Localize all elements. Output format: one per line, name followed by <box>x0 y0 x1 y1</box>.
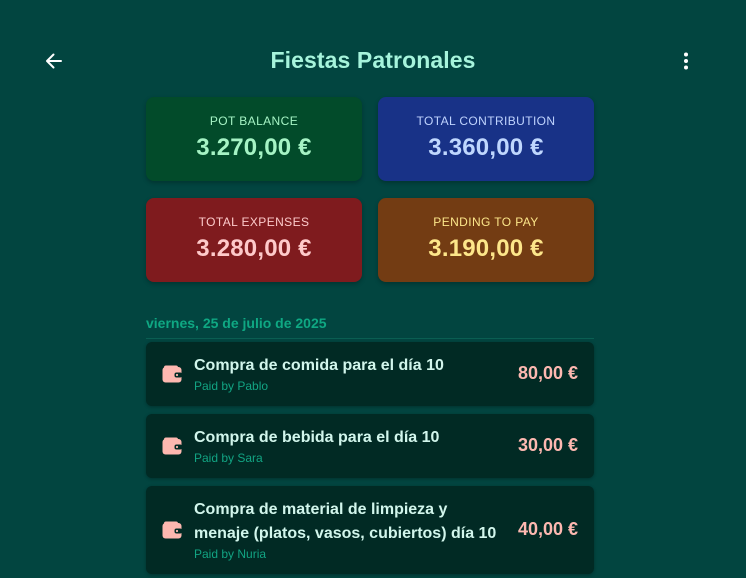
expense-item[interactable]: Compra de comida para el día 10 Paid by … <box>146 342 594 406</box>
pot-balance-card: POT BALANCE 3.270,00 € <box>146 97 362 181</box>
expense-amount: 30,00 € <box>517 435 578 455</box>
expense-item[interactable]: Compra de bebida para el día 10 Paid by … <box>146 414 594 478</box>
more-options-button[interactable] <box>670 45 702 77</box>
total-contribution-card: TOTAL CONTRIBUTION 3.360,00 € <box>378 97 594 181</box>
date-group-header: viernes, 25 de julio de 2025 <box>146 315 594 339</box>
wallet-icon <box>162 365 182 383</box>
expense-description: Compra de material de limpieza y menaje … <box>194 501 497 542</box>
expense-amount: 40,00 € <box>517 519 578 539</box>
pot-balance-value: 3.270,00 € <box>196 134 312 161</box>
expense-description: Compra de bebida para el día 10 <box>194 429 440 446</box>
expense-payer: Paid by Sara <box>194 451 263 465</box>
total-contribution-label: TOTAL CONTRIBUTION <box>416 114 556 128</box>
expense-payer: Paid by Nuria <box>194 547 267 561</box>
wallet-icon <box>162 437 182 455</box>
pot-balance-label: POT BALANCE <box>209 114 299 128</box>
expense-amount: 80,00 € <box>517 363 578 383</box>
pending-to-pay-value: 3.190,00 € <box>428 235 544 262</box>
top-app-bar: Fiestas Patronales <box>0 0 746 100</box>
expense-description: Compra de comida para el día 10 <box>194 357 444 374</box>
expense-payer: Paid by Pablo <box>194 379 269 393</box>
page-title: Fiestas Patronales <box>270 47 476 73</box>
app-screen: Fiestas Patronales POT BALANCE 3.270,00 … <box>0 0 746 578</box>
summary-cards: POT BALANCE 3.270,00 € TOTAL CONTRIBUTIO… <box>146 97 594 282</box>
pending-to-pay-label: PENDING TO PAY <box>433 215 539 229</box>
pending-to-pay-card: PENDING TO PAY 3.190,00 € <box>378 198 594 282</box>
more-vert-icon <box>684 52 688 70</box>
total-expenses-label: TOTAL EXPENSES <box>198 215 310 229</box>
expense-item[interactable]: Compra de material de limpieza y menaje … <box>146 486 594 574</box>
total-contribution-value: 3.360,00 € <box>428 134 544 161</box>
total-expenses-value: 3.280,00 € <box>196 235 312 262</box>
wallet-icon <box>162 521 182 539</box>
total-expenses-card: TOTAL EXPENSES 3.280,00 € <box>146 198 362 282</box>
